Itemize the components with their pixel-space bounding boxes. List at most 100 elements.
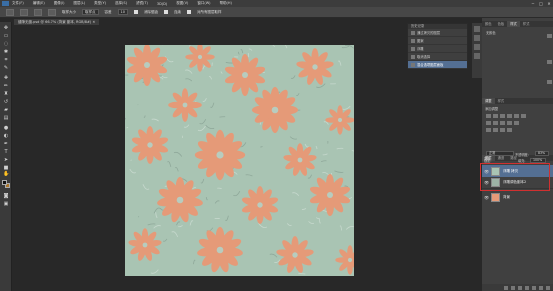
maximize-icon[interactable]: □ [538,1,544,6]
tab-adjustments[interactable]: 调整 [482,98,495,104]
sample-size-select[interactable]: 取样点 [82,9,99,15]
tab-styles-2[interactable]: 样式 [520,21,533,27]
hue-saturation-icon[interactable] [521,114,526,118]
emboss-texture-stroke [153,225,161,229]
menu-item-help[interactable]: 帮助(H) [220,1,232,6]
history-item[interactable]: 通过拷贝的图层 [408,29,467,37]
flower-motif [157,176,203,223]
curves-icon[interactable] [500,114,505,118]
channel-mixer-icon[interactable] [507,121,512,125]
healing-brush-tool-icon[interactable]: ✚ [3,76,9,81]
black-white-icon[interactable] [493,121,498,125]
color-balance-icon[interactable] [486,121,491,125]
menu-item-window[interactable]: 窗口(W) [197,1,210,6]
brush-tool-icon[interactable]: ✏ [3,84,9,89]
clone-stamp-tool-icon[interactable]: ♜ [3,92,9,97]
layer-name[interactable]: 背景 [503,195,510,200]
tab-swatches[interactable]: 色板 [495,21,508,27]
properties-panel-icon[interactable] [474,44,480,50]
invert-icon[interactable] [486,128,491,132]
menu-item-file[interactable]: 文件(F) [12,1,24,6]
tolerance-label: 容差 [104,9,112,14]
antialias-checkbox[interactable] [133,10,138,14]
tolerance-input[interactable]: 10 [117,9,128,15]
brightness-contrast-icon[interactable] [486,114,491,118]
eyedropper-tool-icon[interactable]: ✎ [3,66,9,71]
subtract-selection-icon[interactable] [48,8,56,16]
history-panel-icon[interactable] [474,26,480,32]
threshold-icon[interactable] [500,128,505,132]
panel-menu-icon[interactable] [547,34,552,38]
move-tool-icon[interactable]: ✥ [3,26,9,31]
menu-item-3d[interactable]: 3D(D) [157,2,167,6]
layer-row[interactable]: 👁 背景 [482,191,553,203]
panel-scroll-down-icon[interactable] [547,80,552,84]
menu-item-image[interactable]: 图像(I) [54,1,65,6]
actions-panel-icon[interactable] [474,35,480,41]
new-selection-icon[interactable] [20,8,28,16]
link-layers-icon[interactable] [504,285,508,290]
flower-motif [241,186,279,224]
foreground-color-swatch[interactable] [2,180,7,185]
type-tool-icon[interactable]: T [3,150,9,155]
tab-styles[interactable]: 样式 [507,21,520,27]
emboss-texture-stroke [248,48,253,51]
visibility-eye-icon[interactable]: 👁 [484,195,489,200]
flower-motif [296,48,334,85]
tab-adjust-styles[interactable]: 样式 [495,98,508,104]
document-canvas[interactable] [125,45,354,276]
history-item[interactable]: 图案 [408,37,467,45]
panel-scroll-icon[interactable] [547,60,552,64]
exposure-icon[interactable] [507,114,512,118]
delete-layer-icon[interactable] [546,285,550,290]
hand-tool-icon[interactable]: ✋ [3,172,9,177]
magic-wand-tool-icon[interactable]: ✱ [3,50,9,55]
posterize-icon[interactable] [493,128,498,132]
gradient-tool-icon[interactable]: ▤ [3,116,9,121]
opacity-input[interactable]: 83% [535,151,549,156]
contiguous-checkbox[interactable] [163,10,168,14]
marquee-tool-icon[interactable]: ▭ [3,34,9,39]
info-panel-icon[interactable] [474,53,480,59]
history-item[interactable]: 取消选择 [408,53,467,61]
path-selection-tool-icon[interactable]: ➤ [3,158,9,163]
menu-item-filter[interactable]: 滤镜(T) [136,1,148,6]
menu-item-view[interactable]: 视图(V) [176,1,188,6]
emboss-texture-stroke [185,69,193,74]
add-selection-icon[interactable] [34,8,42,16]
history-item[interactable]: 浮雕 [408,45,467,53]
menu-item-select[interactable]: 选择(S) [115,1,127,6]
menu-item-type[interactable]: 类型(Y) [94,1,106,6]
pen-tool-icon[interactable]: ✒ [3,142,9,147]
screen-mode-icon[interactable]: ▣ [3,202,9,207]
gradient-map-icon[interactable] [507,128,512,132]
document-tab[interactable]: 缝隙无缝.psd @ 66.7% (背景 副本, RGB/8#) ✕ [14,19,100,25]
new-layer-icon[interactable] [539,285,543,290]
lasso-tool-icon[interactable]: ◌ [3,42,9,47]
minimize-icon[interactable]: ─ [530,1,536,6]
add-mask-icon[interactable] [518,285,522,290]
eraser-tool-icon[interactable]: ▰ [3,108,9,113]
flower-center [271,106,279,114]
vibrance-icon[interactable] [514,114,519,118]
photo-filter-icon[interactable] [500,121,505,125]
new-group-icon[interactable] [532,285,536,290]
quick-mask-icon[interactable]: ◙ [3,194,9,199]
menu-item-layer[interactable]: 图层(L) [73,1,85,6]
history-item-selected[interactable]: 混合选项图层面板 [408,61,467,69]
sample-all-layers-checkbox[interactable] [186,10,191,14]
layer-style-icon[interactable] [511,285,515,290]
blend-mode-select[interactable]: 正常 [486,151,514,156]
crop-tool-icon[interactable]: ⌗ [3,58,9,63]
emboss-texture-stroke [129,168,136,174]
new-adjustment-icon[interactable] [525,285,529,290]
magic-wand-icon[interactable] [6,8,14,16]
menu-item-edit[interactable]: 编辑(E) [33,1,45,6]
color-lookup-icon[interactable] [514,121,519,125]
tab-color[interactable]: 颜色 [482,21,495,27]
history-brush-tool-icon[interactable]: ↺ [3,100,9,105]
levels-icon[interactable] [493,114,498,118]
blur-tool-icon[interactable]: ● [3,126,9,131]
dodge-tool-icon[interactable]: ◐ [3,134,9,139]
close-icon[interactable]: ✕ [546,1,552,6]
